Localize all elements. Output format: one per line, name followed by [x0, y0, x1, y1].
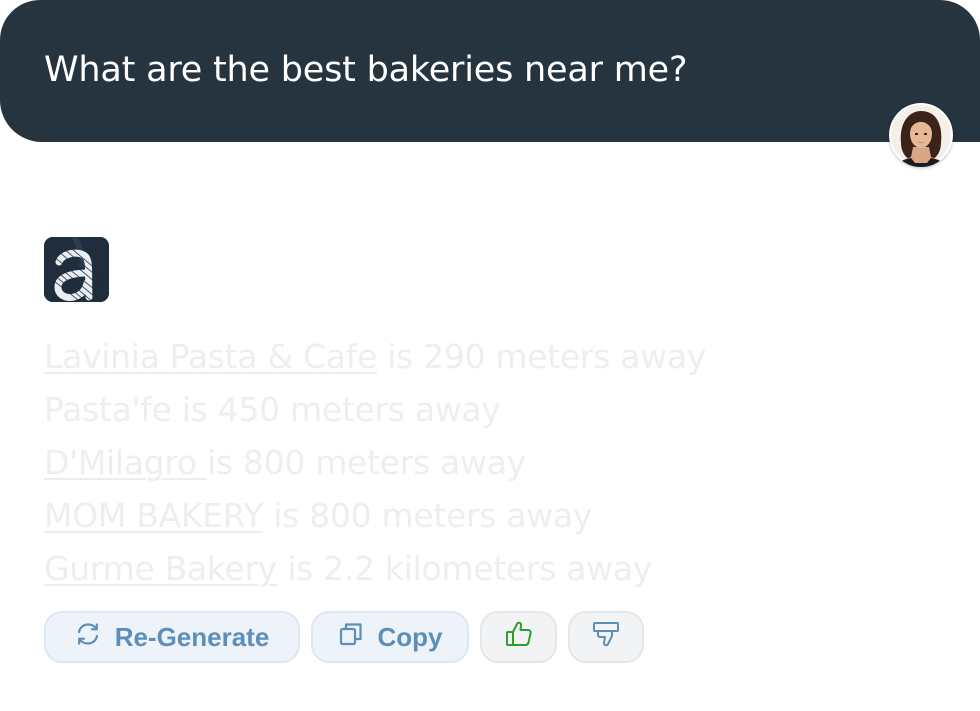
- dislike-button[interactable]: [568, 611, 644, 663]
- distance-text: is 800 meters away: [263, 496, 593, 535]
- response-line: D'Milagro is 800 meters away: [44, 436, 706, 489]
- response-line: Pasta'fe is 450 meters away: [44, 383, 706, 436]
- place-link[interactable]: Lavinia Pasta & Cafe: [44, 337, 377, 376]
- user-prompt-bubble: What are the best bakeries near me?: [0, 0, 980, 142]
- refresh-icon: [75, 621, 101, 654]
- copy-button[interactable]: Copy: [311, 611, 469, 663]
- distance-text: is 2.2 kilometers away: [277, 549, 652, 588]
- response-line: MOM BAKERY is 800 meters away: [44, 489, 706, 542]
- like-button[interactable]: [480, 611, 557, 663]
- thumbs-down-icon: [591, 619, 621, 656]
- chat-page: What are the best bakeries near me? Lavi…: [0, 0, 980, 711]
- place-link[interactable]: Gurme Bakery: [44, 549, 277, 588]
- place-name: Pasta'fe: [44, 390, 172, 429]
- copy-label: Copy: [377, 621, 443, 652]
- regenerate-label: Re-Generate: [114, 621, 270, 652]
- place-link[interactable]: MOM BAKERY: [44, 496, 263, 535]
- user-prompt-text: What are the best bakeries near me?: [44, 50, 688, 90]
- regenerate-button[interactable]: Re-Generate: [44, 611, 300, 663]
- response-line: Lavinia Pasta & Cafe is 290 meters away: [44, 330, 706, 383]
- place-link[interactable]: D'Milagro: [44, 443, 207, 482]
- distance-text: is 800 meters away: [206, 443, 526, 482]
- distance-text: is 450 meters away: [171, 390, 501, 429]
- user-avatar-image: [891, 105, 951, 167]
- response-line: Gurme Bakery is 2.2 kilometers away: [44, 542, 706, 595]
- distance-text: is 290 meters away: [377, 337, 707, 376]
- assistant-response: Lavinia Pasta & Cafe is 290 meters away …: [44, 330, 706, 595]
- assistant-logo: [44, 237, 109, 302]
- thumbs-up-icon: [504, 619, 534, 656]
- copy-icon: [338, 621, 364, 654]
- user-avatar[interactable]: [889, 103, 953, 167]
- assistant-logo-icon: [44, 237, 109, 302]
